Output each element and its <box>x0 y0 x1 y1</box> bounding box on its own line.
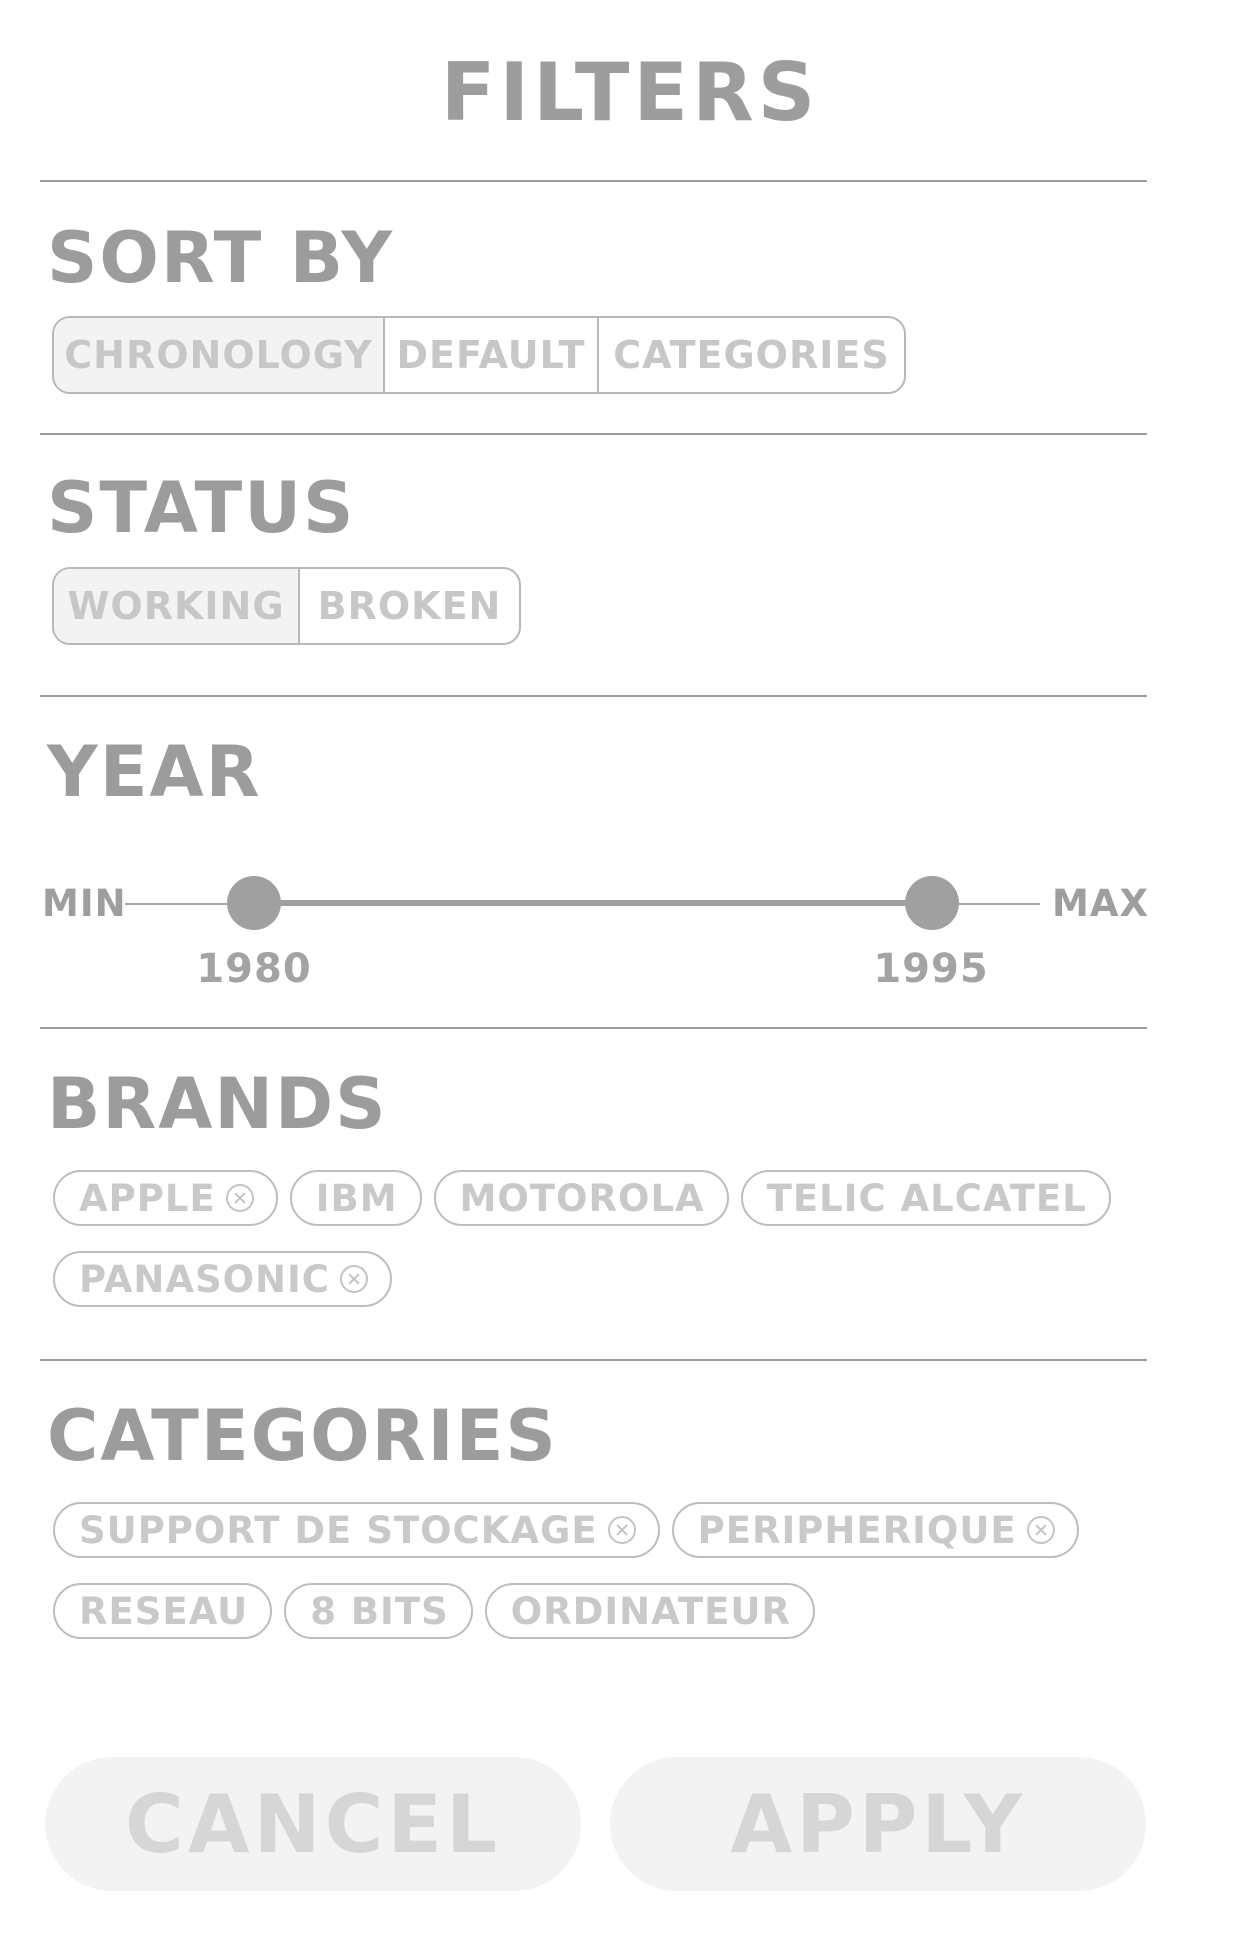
categories-chip-row: SUPPORT DE STOCKAGE PERIPHERIQUE <box>53 1502 1079 1558</box>
chip-label: PERIPHERIQUE <box>697 1508 1017 1552</box>
categories-title: CATEGORIES <box>47 1395 558 1477</box>
divider <box>40 695 1147 697</box>
slider-thumb-max[interactable] <box>905 876 959 930</box>
slider-max-value: 1995 <box>873 946 989 992</box>
remove-icon[interactable] <box>339 1265 368 1293</box>
page-title: FILTERS <box>440 46 820 139</box>
category-chip-support-de-stockage[interactable]: SUPPORT DE STOCKAGE <box>53 1502 660 1558</box>
status-option-working[interactable]: WORKING <box>54 569 300 643</box>
status-title: STATUS <box>47 467 356 549</box>
slider-max-label: MAX <box>1052 882 1149 925</box>
sort-option-default[interactable]: DEFAULT <box>385 318 599 392</box>
sort-by-segmented-control: CHRONOLOGY DEFAULT CATEGORIES <box>52 316 906 394</box>
remove-icon[interactable] <box>1026 1516 1055 1544</box>
status-option-broken[interactable]: BROKEN <box>300 569 519 643</box>
slider-active-range <box>254 900 932 906</box>
categories-chip-row: RESEAU 8 BITS ORDINATEUR <box>53 1583 815 1639</box>
divider <box>40 1359 1147 1361</box>
chip-label: 8 BITS <box>310 1589 449 1633</box>
remove-icon[interactable] <box>607 1516 636 1544</box>
chip-label: TELIC ALCATEL <box>766 1176 1087 1220</box>
divider <box>40 433 1147 435</box>
brand-chip-telic-alcatel[interactable]: TELIC ALCATEL <box>740 1170 1111 1226</box>
apply-button[interactable]: APPLY <box>610 1757 1146 1891</box>
chip-label: RESEAU <box>79 1589 249 1633</box>
category-chip-8-bits[interactable]: 8 BITS <box>284 1583 473 1639</box>
brand-chip-motorola[interactable]: MOTOROLA <box>433 1170 729 1226</box>
chip-label: PANASONIC <box>79 1257 330 1301</box>
chip-label: SUPPORT DE STOCKAGE <box>79 1508 598 1552</box>
sort-option-categories[interactable]: CATEGORIES <box>599 318 904 392</box>
chip-label: MOTOROLA <box>459 1176 705 1220</box>
slider-min-value: 1980 <box>196 946 312 992</box>
brand-chip-panasonic[interactable]: PANASONIC <box>53 1251 392 1307</box>
slider-thumb-min[interactable] <box>227 876 281 930</box>
category-chip-ordinateur[interactable]: ORDINATEUR <box>484 1583 815 1639</box>
year-range-slider[interactable]: MIN MAX 1980 1995 <box>40 860 1150 1000</box>
year-title: YEAR <box>47 731 262 813</box>
sort-by-title: SORT BY <box>47 217 395 299</box>
category-chip-peripherique[interactable]: PERIPHERIQUE <box>671 1502 1079 1558</box>
chip-label: IBM <box>315 1176 398 1220</box>
divider <box>40 1027 1147 1029</box>
brands-chip-row: APPLE IBM MOTOROLA TELIC ALCATEL <box>53 1170 1111 1226</box>
brand-chip-ibm[interactable]: IBM <box>289 1170 422 1226</box>
chip-label: ORDINATEUR <box>510 1589 791 1633</box>
category-chip-reseau[interactable]: RESEAU <box>53 1583 273 1639</box>
remove-icon[interactable] <box>225 1184 254 1212</box>
chip-label: APPLE <box>79 1176 216 1220</box>
brands-chip-row: PANASONIC <box>53 1251 392 1307</box>
sort-option-chronology[interactable]: CHRONOLOGY <box>54 318 385 392</box>
status-segmented-control: WORKING BROKEN <box>52 567 521 645</box>
brands-title: BRANDS <box>47 1063 388 1145</box>
divider <box>40 180 1147 182</box>
brand-chip-apple[interactable]: APPLE <box>53 1170 278 1226</box>
cancel-button[interactable]: CANCEL <box>45 1757 581 1891</box>
slider-min-label: MIN <box>42 882 127 925</box>
